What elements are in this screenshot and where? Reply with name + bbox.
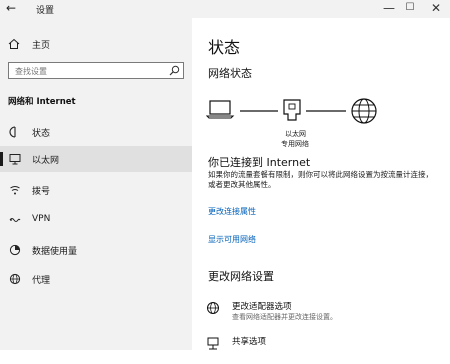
section-title: 网络和 Internet: [8, 97, 76, 107]
adapter-icon: [207, 302, 219, 314]
computer-icon: [205, 100, 235, 119]
proxy-icon: [9, 273, 21, 285]
minimize-button[interactable]: —: [380, 1, 398, 15]
sidebar-item-label: VPN: [32, 214, 51, 224]
network-diagram-graphic: [205, 98, 377, 124]
home-icon: [8, 38, 20, 49]
close-button[interactable]: ✕: [427, 1, 445, 15]
sidebar-item-status[interactable]: 状态: [0, 119, 192, 145]
option-title: 更改适配器选项: [232, 302, 292, 312]
search-box[interactable]: 查找设置: [8, 62, 184, 79]
dialup-icon: [10, 186, 20, 195]
maximize-button[interactable]: ☐: [401, 2, 419, 13]
back-arrow-icon[interactable]: ←: [6, 1, 16, 15]
change-adapter-options[interactable]: 更改适配器选项 查看网络适配器并更改连接设置。: [206, 299, 436, 329]
sidebar-item-label: 拨号: [32, 187, 51, 197]
home-label: 主页: [32, 41, 51, 51]
window-title: 设置: [36, 6, 55, 16]
data-usage-icon: [9, 244, 21, 256]
option-title: 共享选项: [232, 337, 267, 347]
sharing-icon: [207, 337, 219, 350]
sidebar-item-label: 数据使用量: [32, 247, 78, 257]
title-bar: ← 设置 — ☐ ✕: [0, 0, 450, 18]
search-input[interactable]: 查找设置: [15, 66, 47, 77]
sidebar-item-ethernet[interactable]: 以太网: [0, 146, 192, 172]
active-indicator: [0, 152, 3, 166]
home-nav-item[interactable]: 主页: [0, 35, 192, 55]
main-content: 状态 网络状态 以太网 专用网络 你已连接到 Internet 如果你的流量套餐…: [192, 18, 450, 350]
page-title: 状态: [208, 38, 241, 57]
sidebar-item-dialup[interactable]: 拨号: [0, 177, 192, 203]
sidebar: 主页 查找设置 网络和 Internet 状态 以太网 拨号 VPN 数据使用量…: [0, 18, 192, 350]
change-network-settings-heading: 更改网络设置: [208, 270, 274, 283]
ethernet-port-icon: [283, 99, 301, 121]
sharing-options[interactable]: 共享选项: [206, 334, 436, 364]
globe-icon: [351, 98, 377, 124]
ethernet-icon: [9, 154, 21, 165]
network-diagram: 以太网 专用网络: [205, 94, 386, 154]
status-icon: [9, 126, 16, 138]
connection-status-description: 如果你的流量套餐有限制，则你可以将此网络设置为按流量计连接，或者更改其他属性。: [208, 170, 433, 189]
sidebar-item-label: 代理: [32, 276, 51, 286]
change-connection-properties-link[interactable]: 更改连接属性: [208, 206, 256, 217]
network-status-heading: 网络状态: [208, 67, 252, 80]
sidebar-item-label: 状态: [32, 129, 51, 139]
show-available-networks-link[interactable]: 显示可用网络: [208, 234, 256, 245]
connection-status-title: 你已连接到 Internet: [208, 156, 311, 169]
vpn-icon: [9, 218, 21, 222]
option-description: 查看网络适配器并更改连接设置。: [232, 313, 337, 321]
network-type-label: 专用网络: [281, 140, 309, 148]
sidebar-item-data-usage[interactable]: 数据使用量: [0, 237, 192, 263]
ethernet-node-label: 以太网: [285, 130, 306, 138]
sidebar-item-vpn[interactable]: VPN: [0, 207, 192, 233]
sidebar-item-proxy[interactable]: 代理: [0, 266, 192, 292]
search-icon[interactable]: [169, 65, 180, 76]
sidebar-item-label: 以太网: [32, 156, 60, 166]
